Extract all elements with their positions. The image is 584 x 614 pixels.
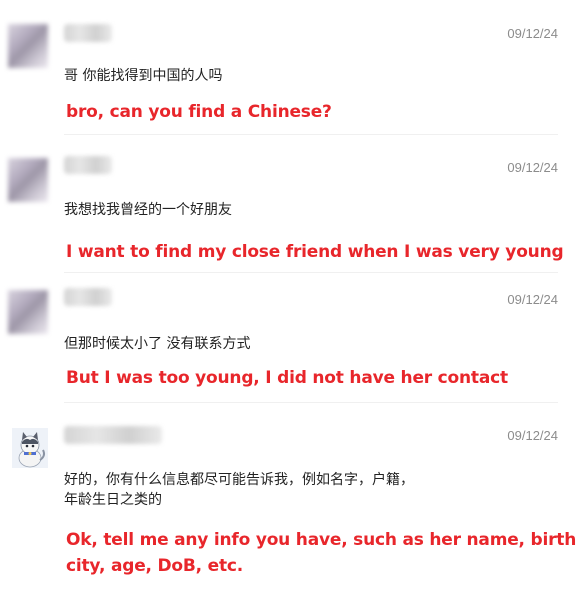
cat-avatar-icon — [12, 428, 48, 468]
sender-name — [64, 426, 162, 444]
divider — [64, 272, 558, 273]
message-text: 哥 你能找得到中国的人吗 — [64, 68, 223, 84]
translation-annotation: But I was too young, I did not have her … — [66, 368, 508, 388]
message-text: 我想找我曾经的一个好朋友 — [64, 202, 232, 218]
translation-annotation-line-2: city, age, DoB, etc. — [66, 556, 244, 576]
avatar[interactable] — [12, 428, 48, 468]
sender-name — [64, 288, 112, 306]
avatar[interactable] — [8, 158, 48, 202]
translation-annotation: bro, can you find a Chinese? — [66, 102, 332, 122]
divider — [64, 134, 558, 135]
message-text-line-2: 年龄生日之类的 — [64, 492, 162, 508]
message-text: 但那时候太小了 没有联系方式 — [64, 336, 251, 352]
avatar[interactable] — [8, 290, 48, 334]
avatar[interactable] — [8, 24, 48, 68]
message-date: 09/12/24 — [507, 26, 558, 41]
divider — [64, 402, 558, 403]
message-date: 09/12/24 — [507, 428, 558, 443]
message-text-line-1: 好的，你有什么信息都尽可能告诉我，例如名字，户籍， — [64, 472, 414, 488]
message-date: 09/12/24 — [507, 160, 558, 175]
sender-name — [64, 24, 112, 42]
sender-name — [64, 156, 112, 174]
message-date: 09/12/24 — [507, 292, 558, 307]
translation-annotation-line-1: Ok, tell me any info you have, such as h… — [66, 530, 577, 550]
translation-annotation: I want to find my close friend when I wa… — [66, 242, 564, 262]
